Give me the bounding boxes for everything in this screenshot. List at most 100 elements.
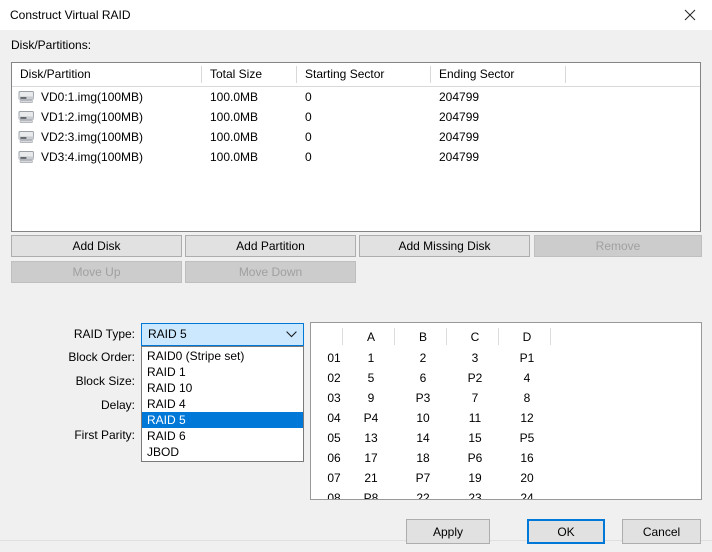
block-size-label: Block Size: xyxy=(0,374,135,388)
layout-cell: 7 xyxy=(451,388,499,408)
layout-row-label: 06 xyxy=(319,448,349,468)
layout-cell: 6 xyxy=(399,368,447,388)
dropdown-option-raid0-stripe-set[interactable]: RAID0 (Stripe set) xyxy=(142,348,303,364)
column-header-total-size[interactable]: Total Size xyxy=(210,63,262,86)
layout-cell: P5 xyxy=(503,428,551,448)
layout-cell: 3 xyxy=(451,348,499,368)
dropdown-option-raid-6[interactable]: RAID 6 xyxy=(142,428,303,444)
dropdown-option-raid-10[interactable]: RAID 10 xyxy=(142,380,303,396)
column-header-disk-partition[interactable]: Disk/Partition xyxy=(20,63,91,86)
disk-drive-icon xyxy=(18,130,35,144)
layout-cell: P6 xyxy=(451,448,499,468)
layout-cell: P7 xyxy=(399,468,447,488)
header-separator-4 xyxy=(565,66,566,83)
raid-type-label: RAID Type: xyxy=(0,327,135,341)
layout-cell: 12 xyxy=(503,408,551,428)
disk-partition-list[interactable]: Disk/Partition Total Size Starting Secto… xyxy=(11,62,701,232)
table-row[interactable]: VD0:1.img(100MB) 100.0MB 0 204799 xyxy=(12,87,700,107)
cell-ending-sector: 204799 xyxy=(439,87,479,107)
layout-row-label: 04 xyxy=(319,408,349,428)
layout-row-label: 02 xyxy=(319,368,349,388)
add-partition-button[interactable]: Add Partition xyxy=(185,235,356,257)
cancel-button[interactable]: Cancel xyxy=(622,519,701,544)
disk-list-rows: VD0:1.img(100MB)100.0MB0204799VD1:2.img(… xyxy=(12,87,700,167)
move-up-button: Move Up xyxy=(11,261,182,283)
dropdown-option-raid-4[interactable]: RAID 4 xyxy=(142,396,303,412)
first-parity-label: First Parity: xyxy=(0,428,135,442)
cell-ending-sector: 204799 xyxy=(439,107,479,127)
table-row[interactable]: VD1:2.img(100MB) 100.0MB 0 204799 xyxy=(12,107,700,127)
layout-cell: P3 xyxy=(399,388,447,408)
cell-total-size: 100.0MB xyxy=(210,107,258,127)
layout-cell: 24 xyxy=(503,488,551,500)
raid-layout-panel: ABCD01123P10256P24039P37804P410111205131… xyxy=(310,322,702,500)
cell-disk-partition: VD0:1.img(100MB) xyxy=(41,87,143,107)
cell-starting-sector: 0 xyxy=(305,147,312,167)
layout-cell: 18 xyxy=(399,448,447,468)
disk-drive-icon xyxy=(18,110,35,124)
table-row[interactable]: VD3:4.img(100MB)100.0MB0204799 xyxy=(12,147,700,167)
layout-cell: P2 xyxy=(451,368,499,388)
layout-cell: 20 xyxy=(503,468,551,488)
add-missing-disk-button[interactable]: Add Missing Disk xyxy=(359,235,530,257)
cell-total-size: 100.0MB xyxy=(210,127,258,147)
layout-row-label: 03 xyxy=(319,388,349,408)
raid-layout-grid: ABCD01123P10256P24039P37804P410111205131… xyxy=(311,323,701,499)
remove-button: Remove xyxy=(534,235,702,257)
layout-row-label: 08 xyxy=(319,488,349,500)
layout-cell: 5 xyxy=(347,368,395,388)
layout-column-header-d[interactable]: D xyxy=(503,327,551,347)
layout-column-header-a[interactable]: A xyxy=(347,327,395,347)
column-header-starting-sector[interactable]: Starting Sector xyxy=(305,63,384,86)
grid-header-separator-1 xyxy=(342,328,343,345)
close-icon[interactable] xyxy=(667,0,712,29)
layout-column-header-c[interactable]: C xyxy=(451,327,499,347)
layout-cell: 4 xyxy=(503,368,551,388)
cell-starting-sector: 0 xyxy=(305,127,312,147)
layout-row-label: 07 xyxy=(319,468,349,488)
layout-cell: 22 xyxy=(399,488,447,500)
layout-cell: P4 xyxy=(347,408,395,428)
raid-type-dropdown-list[interactable]: RAID0 (Stripe set)RAID 1RAID 10RAID 4RAI… xyxy=(141,346,304,462)
layout-cell: 1 xyxy=(347,348,395,368)
layout-cell: P8 xyxy=(347,488,395,500)
ok-button[interactable]: OK xyxy=(527,519,605,544)
disk-list-header: Disk/Partition Total Size Starting Secto… xyxy=(12,63,700,87)
layout-cell: 9 xyxy=(347,388,395,408)
dropdown-option-raid-5[interactable]: RAID 5 xyxy=(142,412,303,428)
column-header-ending-sector[interactable]: Ending Sector xyxy=(439,63,514,86)
layout-row-label: 01 xyxy=(319,348,349,368)
layout-row-label: 05 xyxy=(319,428,349,448)
raid-type-combobox[interactable]: RAID 5 xyxy=(141,323,304,346)
cell-ending-sector: 204799 xyxy=(439,127,479,147)
disk-drive-icon xyxy=(18,150,35,164)
chevron-down-glyph xyxy=(286,331,297,338)
layout-cell: 17 xyxy=(347,448,395,468)
dropdown-option-jbod[interactable]: JBOD xyxy=(142,444,303,460)
raid-type-selected-value: RAID 5 xyxy=(148,324,187,345)
layout-cell: 15 xyxy=(451,428,499,448)
cell-disk-partition: VD3:4.img(100MB) xyxy=(41,147,143,167)
layout-column-header-b[interactable]: B xyxy=(399,327,447,347)
layout-cell: 8 xyxy=(503,388,551,408)
cell-disk-partition: VD1:2.img(100MB) xyxy=(41,107,143,127)
table-row[interactable]: VD2:3.img(100MB) 100.0MB 0 204799 xyxy=(12,127,700,147)
layout-cell: 13 xyxy=(347,428,395,448)
layout-cell: P1 xyxy=(503,348,551,368)
cell-disk-partition: VD2:3.img(100MB) xyxy=(41,127,143,147)
dropdown-option-raid-1[interactable]: RAID 1 xyxy=(142,364,303,380)
disk-drive-icon xyxy=(18,90,35,104)
chevron-down-icon[interactable] xyxy=(286,324,297,345)
apply-button[interactable]: Apply xyxy=(406,519,490,544)
window-titlebar: Construct Virtual RAID xyxy=(0,0,712,31)
add-disk-button[interactable]: Add Disk xyxy=(11,235,182,257)
layout-cell: 21 xyxy=(347,468,395,488)
cell-ending-sector: 204799 xyxy=(439,147,479,167)
layout-cell: 14 xyxy=(399,428,447,448)
cell-starting-sector: 0 xyxy=(305,107,312,127)
layout-cell: 23 xyxy=(451,488,499,500)
layout-cell: 2 xyxy=(399,348,447,368)
cell-total-size: 100.0MB xyxy=(210,87,258,107)
header-separator-2 xyxy=(296,66,297,83)
cell-starting-sector: 0 xyxy=(305,87,312,107)
